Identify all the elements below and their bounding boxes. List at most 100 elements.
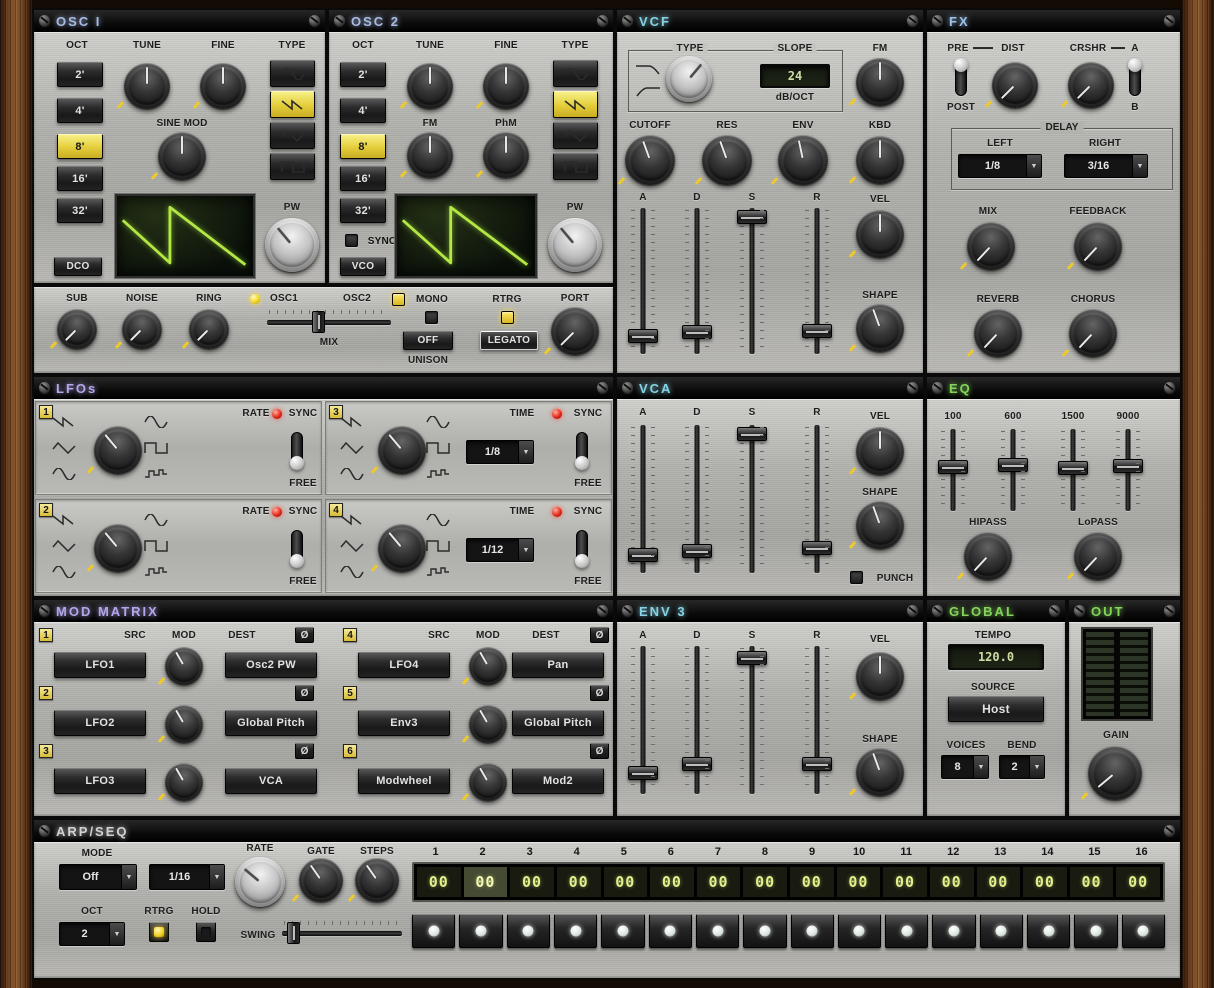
mod1-dest-button[interactable]: Osc2 PW bbox=[225, 652, 317, 678]
osc1-oct-32-button[interactable]: 32' bbox=[57, 198, 103, 223]
sync-source-button[interactable]: Host bbox=[948, 696, 1044, 722]
steps-knob[interactable] bbox=[355, 858, 399, 902]
osc1-oct-8-button[interactable]: 8' bbox=[57, 134, 103, 159]
osc2-oct-32-button[interactable]: 32' bbox=[340, 198, 386, 223]
mod2-dest-button[interactable]: Global Pitch bbox=[225, 710, 317, 736]
mod6-amount-knob[interactable] bbox=[469, 763, 507, 801]
osc1-wave-sine-button[interactable] bbox=[270, 60, 315, 87]
mod3-amount-knob[interactable] bbox=[165, 763, 203, 801]
env3-attack-slider[interactable] bbox=[630, 646, 656, 794]
unison-off-button[interactable]: OFF bbox=[403, 331, 453, 350]
lfo4-time-select[interactable]: 1/12▼ bbox=[466, 538, 534, 562]
feedback-knob[interactable] bbox=[1074, 222, 1122, 270]
vcf-release-slider[interactable] bbox=[804, 208, 830, 354]
vca-shape-knob[interactable] bbox=[856, 501, 904, 549]
eq-9000-slider[interactable] bbox=[1115, 429, 1141, 511]
osc1-oct-2-button[interactable]: 2' bbox=[57, 62, 103, 87]
mod5-dest-button[interactable]: Global Pitch bbox=[512, 710, 604, 736]
kbd-tracking-knob[interactable] bbox=[856, 136, 904, 184]
lfo3-sync-free-toggle[interactable] bbox=[576, 432, 588, 470]
step-button[interactable] bbox=[1074, 914, 1117, 948]
osc2-wave-saw-button[interactable] bbox=[553, 91, 598, 118]
eq-lopass-knob[interactable] bbox=[1074, 532, 1122, 580]
mod3-source-button[interactable]: LFO3 bbox=[54, 768, 146, 794]
lfo4-sync-free-toggle[interactable] bbox=[576, 530, 588, 568]
step-button[interactable] bbox=[838, 914, 881, 948]
osc1-pulse-width-knob[interactable] bbox=[265, 218, 319, 272]
gate-knob[interactable] bbox=[299, 858, 343, 902]
osc2-tune-knob[interactable] bbox=[407, 63, 453, 109]
vca-release-slider[interactable] bbox=[804, 425, 830, 573]
lfo1-sync-free-toggle[interactable] bbox=[291, 432, 303, 470]
osc1-wave-triangle-button[interactable] bbox=[270, 122, 315, 149]
eq-100-slider[interactable] bbox=[940, 429, 966, 511]
gain-knob[interactable] bbox=[1088, 746, 1142, 800]
osc-mix-slider[interactable] bbox=[267, 313, 391, 331]
lfo3-rate-knob[interactable] bbox=[378, 426, 426, 474]
mod1-amount-knob[interactable] bbox=[165, 647, 203, 685]
step-button[interactable] bbox=[980, 914, 1023, 948]
step-button[interactable] bbox=[601, 914, 644, 948]
ring-level-knob[interactable] bbox=[189, 309, 229, 349]
osc1-oct-4-button[interactable]: 4' bbox=[57, 98, 103, 123]
step-button[interactable] bbox=[791, 914, 834, 948]
osc1-tune-knob[interactable] bbox=[124, 63, 170, 109]
step-button[interactable] bbox=[412, 914, 455, 948]
filter-type-knob[interactable] bbox=[666, 56, 712, 102]
osc2-wave-square-button[interactable] bbox=[553, 153, 598, 180]
env3-vel-knob[interactable] bbox=[856, 652, 904, 700]
osc1-oct-16-button[interactable]: 16' bbox=[57, 166, 103, 191]
step-button[interactable] bbox=[554, 914, 597, 948]
osc2-oct-8-button[interactable]: 8' bbox=[340, 134, 386, 159]
mod2-source-button[interactable]: LFO2 bbox=[54, 710, 146, 736]
mod5-amount-knob[interactable] bbox=[469, 705, 507, 743]
resonance-knob[interactable] bbox=[702, 135, 752, 185]
vca-vel-knob[interactable] bbox=[856, 427, 904, 475]
vca-sustain-slider[interactable] bbox=[739, 425, 765, 573]
mod5-invert-button[interactable]: Ø bbox=[590, 685, 609, 701]
swing-slider[interactable] bbox=[282, 924, 402, 942]
vcf-attack-slider[interactable] bbox=[630, 208, 656, 354]
mod4-invert-button[interactable]: Ø bbox=[590, 627, 609, 643]
vca-attack-slider[interactable] bbox=[630, 425, 656, 573]
step-button[interactable] bbox=[1122, 914, 1165, 948]
mod4-amount-knob[interactable] bbox=[469, 647, 507, 685]
osc2-pulse-width-knob[interactable] bbox=[548, 218, 602, 272]
delay-left-select[interactable]: 1/8▼ bbox=[958, 154, 1042, 178]
mod1-source-button[interactable]: LFO1 bbox=[54, 652, 146, 678]
env3-sustain-slider[interactable] bbox=[739, 646, 765, 794]
lfo1-rate-knob[interactable] bbox=[94, 426, 142, 474]
mod4-dest-button[interactable]: Pan bbox=[512, 652, 604, 678]
eq-1500-slider[interactable] bbox=[1060, 429, 1086, 511]
filter-fm-knob[interactable] bbox=[856, 58, 904, 106]
osc1-fine-knob[interactable] bbox=[200, 63, 246, 109]
mono-led[interactable] bbox=[392, 293, 405, 306]
env3-decay-slider[interactable] bbox=[684, 646, 710, 794]
step-button[interactable] bbox=[885, 914, 928, 948]
mod5-source-button[interactable]: Env3 bbox=[358, 710, 450, 736]
punch-toggle[interactable] bbox=[850, 571, 863, 584]
sub-level-knob[interactable] bbox=[57, 309, 97, 349]
vcf-vel-knob[interactable] bbox=[856, 210, 904, 258]
mod3-dest-button[interactable]: VCA bbox=[225, 768, 317, 794]
vcf-decay-slider[interactable] bbox=[684, 208, 710, 354]
osc2-phm-knob[interactable] bbox=[483, 132, 529, 178]
env3-shape-knob[interactable] bbox=[856, 748, 904, 796]
step-button[interactable] bbox=[743, 914, 786, 948]
noise-level-knob[interactable] bbox=[122, 309, 162, 349]
portamento-knob[interactable] bbox=[551, 307, 599, 355]
step-button[interactable] bbox=[507, 914, 550, 948]
arp-oct-select[interactable]: 2▼ bbox=[59, 922, 125, 946]
pre-post-toggle[interactable] bbox=[955, 58, 967, 96]
crusher-knob[interactable] bbox=[1068, 62, 1114, 108]
osc2-wave-triangle-button[interactable] bbox=[553, 122, 598, 149]
osc2-fine-knob[interactable] bbox=[483, 63, 529, 109]
mod4-source-button[interactable]: LFO4 bbox=[358, 652, 450, 678]
step-button[interactable] bbox=[696, 914, 739, 948]
vcf-shape-knob[interactable] bbox=[856, 304, 904, 352]
mod2-invert-button[interactable]: Ø bbox=[295, 685, 314, 701]
arp-retrigger-button[interactable] bbox=[149, 922, 169, 942]
lfo2-rate-knob[interactable] bbox=[94, 524, 142, 572]
arp-rate-knob[interactable] bbox=[235, 857, 285, 907]
osc2-oct-2-button[interactable]: 2' bbox=[340, 62, 386, 87]
